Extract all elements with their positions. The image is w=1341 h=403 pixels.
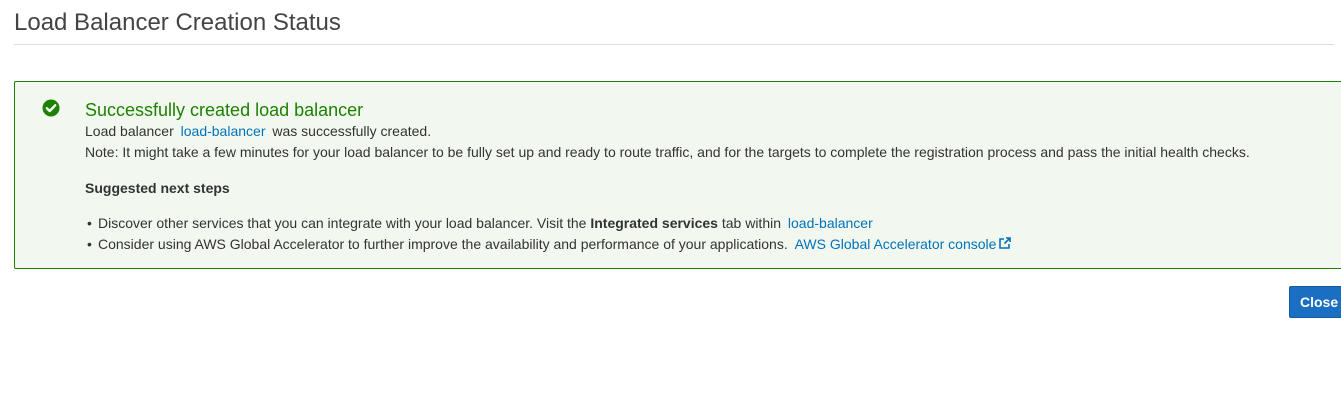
step-bold-text: Integrated services [590, 215, 718, 231]
next-steps-list: Discover other services that you can int… [87, 213, 1015, 255]
global-accelerator-console-label: AWS Global Accelerator console [794, 236, 997, 252]
list-item: Discover other services that you can int… [87, 213, 1015, 234]
step-text: Discover other services that you can int… [98, 215, 587, 231]
created-message-suffix: was successfully created. [272, 123, 432, 139]
title-divider [14, 44, 1334, 45]
external-link-icon [999, 237, 1012, 249]
next-steps-title: Suggested next steps [85, 180, 230, 196]
created-message: Load balancer load-balancer was successf… [85, 122, 431, 140]
page-title: Load Balancer Creation Status [14, 9, 341, 36]
global-accelerator-console-link[interactable]: AWS Global Accelerator console [795, 236, 1013, 252]
load-balancer-link[interactable]: load-balancer [181, 123, 266, 139]
close-button[interactable]: Close [1289, 286, 1341, 318]
success-alert: Successfully created load balancer Load … [14, 81, 1341, 269]
alert-heading: Successfully created load balancer [85, 100, 364, 120]
load-balancer-status-page: Load Balancer Creation Status Successful… [0, 0, 1341, 403]
step-text: Consider using AWS Global Accelerator to… [98, 236, 788, 252]
integrated-services-load-balancer-link[interactable]: load-balancer [788, 215, 873, 231]
check-circle-icon [42, 99, 60, 117]
list-item: Consider using AWS Global Accelerator to… [87, 234, 1015, 255]
setup-note: Note: It might take a few minutes for yo… [85, 144, 1250, 160]
created-message-prefix: Load balancer [85, 123, 174, 139]
step-text: tab within [721, 215, 782, 231]
